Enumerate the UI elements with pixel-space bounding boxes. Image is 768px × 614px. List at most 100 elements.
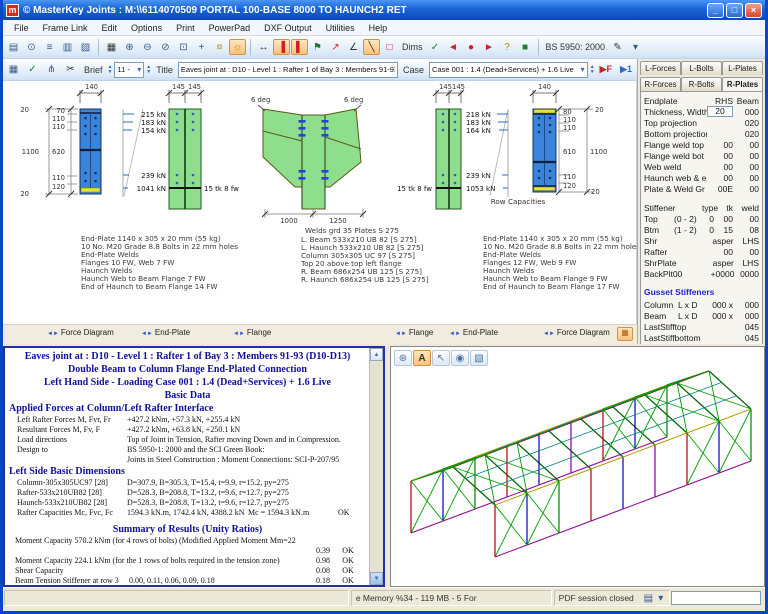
status-input[interactable] xyxy=(671,591,761,605)
brief-label[interactable]: Brief xyxy=(81,65,106,75)
portal-frame-3d-view[interactable] xyxy=(391,369,764,588)
menu-frame-link[interactable]: Frame Link xyxy=(36,22,95,34)
box-icon[interactable]: □ xyxy=(381,39,398,55)
svg-text:Row Capacities: Row Capacities xyxy=(491,197,546,206)
report-icon[interactable]: ▧ xyxy=(77,39,94,55)
menu-help[interactable]: Help xyxy=(362,22,395,34)
menu-options[interactable]: Options xyxy=(124,22,169,34)
menu-powerpad[interactable]: PowerPad xyxy=(202,22,258,34)
menu-edit[interactable]: Edit xyxy=(95,22,125,34)
calculation-report-panel[interactable]: Eaves joint at : D10 - Level 1 : Rafter … xyxy=(3,346,385,587)
left-plate-icon[interactable]: ▐ xyxy=(273,39,290,55)
ok-box-icon[interactable]: ■ xyxy=(517,39,534,55)
printer-dropdown-icon[interactable]: ▾ xyxy=(657,590,665,606)
text-size-select[interactable]: 11 -▾ xyxy=(114,62,144,78)
menu-dxf-output[interactable]: DXF Output xyxy=(257,22,319,34)
tab-end-plate-right[interactable]: ◄►End-Plate xyxy=(449,328,498,337)
brightness-icon[interactable]: ☼ xyxy=(229,39,246,55)
report-row: Haunch-533x210UB82 [28]D=528.3, B=208.8,… xyxy=(9,498,366,508)
export-icon[interactable]: ▥ xyxy=(59,39,76,55)
tab-force-diagram-left[interactable]: ◄►Force Diagram xyxy=(47,328,114,337)
tab-force-diagram-right[interactable]: ◄►Force Diagram xyxy=(543,328,610,337)
summary-row: Moment Capacity 570.2 kNm (for 4 rows of… xyxy=(9,536,366,546)
lock-icon[interactable]: ¤ xyxy=(211,39,228,55)
tab-r-plates[interactable]: R-Plates xyxy=(722,77,763,91)
copy-icon[interactable]: ≡ xyxy=(41,39,58,55)
zoom-window-icon[interactable]: ⊡ xyxy=(175,39,192,55)
cut-icon[interactable]: ✂ xyxy=(62,62,79,78)
nav-prev-icon[interactable]: ◄ xyxy=(445,39,462,55)
layout-grid-icon[interactable]: ▦ xyxy=(617,327,633,341)
row-laststiffbottom: LastStiffbottom 045 xyxy=(644,332,759,343)
svg-text:20: 20 xyxy=(20,106,29,114)
pencil-icon[interactable]: ✎ xyxy=(609,39,626,55)
svg-text:145: 145 xyxy=(172,83,185,91)
minimize-button[interactable]: _ xyxy=(707,3,724,18)
tab-r-forces[interactable]: R-Forces xyxy=(640,77,681,91)
dims-check-icon[interactable]: ✓ xyxy=(427,39,444,55)
model-3d-panel[interactable]: ⊛ A ↖ ◉ ▧ xyxy=(390,346,765,587)
svg-text:110: 110 xyxy=(52,115,65,123)
help-icon[interactable]: ? xyxy=(499,39,516,55)
printer-icon[interactable]: ▤ xyxy=(640,590,657,606)
swap-sides-icon[interactable]: ↔ xyxy=(255,39,272,55)
tab-l-forces[interactable]: L-Forces xyxy=(640,61,681,75)
scroll-up-icon[interactable]: ▲ xyxy=(370,348,383,361)
view-icon[interactable]: ◉ xyxy=(451,350,469,366)
pencil-dropdown-icon[interactable]: ▾ xyxy=(627,39,644,55)
close-button[interactable]: × xyxy=(745,3,762,18)
row-thickness-width: Thickness, Width 20 000 xyxy=(644,106,759,117)
scroll-down-icon[interactable]: ▼ xyxy=(370,572,383,585)
report-scrollbar[interactable]: ▲ ▼ xyxy=(369,348,383,585)
size-spinner[interactable]: ▲▼ xyxy=(146,65,151,75)
maximize-button[interactable]: □ xyxy=(726,3,743,18)
right-plate-icon[interactable]: ▌ xyxy=(291,39,308,55)
joint-drawing-canvas[interactable]: 140 20 1100 20 70 110 110 620 110 120 xyxy=(3,81,637,324)
menu-file[interactable]: File xyxy=(7,22,36,34)
case-spinner[interactable]: ▲▼ xyxy=(590,65,595,75)
brief-spinner[interactable]: ▲▼ xyxy=(108,65,113,75)
tab-l-plates[interactable]: L-Plates xyxy=(722,61,763,75)
menu-print[interactable]: Print xyxy=(169,22,202,34)
svg-text:80: 80 xyxy=(563,108,572,116)
cube-icon[interactable]: ▧ xyxy=(470,350,488,366)
dims-label: Dims xyxy=(399,42,426,52)
zoom-previous-icon[interactable]: ⊘ xyxy=(157,39,174,55)
print-preview-icon[interactable]: ⊙ xyxy=(23,39,40,55)
arrow-icon[interactable]: ↗ xyxy=(327,39,344,55)
record-dot-icon[interactable]: ● xyxy=(463,39,480,55)
check-icon[interactable]: ✓ xyxy=(24,62,41,78)
thickness-input[interactable]: 20 xyxy=(707,106,733,117)
row-top-projection: Top projection 020 xyxy=(644,117,759,128)
menu-utilities[interactable]: Utilities xyxy=(319,22,362,34)
pointer-icon[interactable]: ↖ xyxy=(432,350,450,366)
flag-icon[interactable]: ⚑ xyxy=(309,39,326,55)
table-icon[interactable]: ▦ xyxy=(5,62,22,78)
tab-flange-right[interactable]: ◄►Flange xyxy=(395,328,433,337)
design-code-label[interactable]: BS 5950: 2000 xyxy=(543,42,609,52)
svg-text:154 kN: 154 kN xyxy=(141,127,166,135)
print-icon[interactable]: ▤ xyxy=(5,39,22,55)
zoom-out-icon[interactable]: ⊖ xyxy=(139,39,156,55)
select-icon[interactable]: ╲ xyxy=(363,39,380,55)
zoom-in-icon[interactable]: ⊕ xyxy=(121,39,138,55)
plate-header-row: Endplate RHS Beam xyxy=(644,95,759,106)
nav-next-icon[interactable]: ► xyxy=(481,39,498,55)
load-case-select[interactable]: Case 001 : 1.4 (Dead+Services) + 1.6 Liv… xyxy=(429,62,588,78)
tree-icon[interactable]: ⋔ xyxy=(43,62,60,78)
angle-icon[interactable]: ∠ xyxy=(345,39,362,55)
next-case-button[interactable]: ▶1 xyxy=(617,64,635,75)
gear-icon[interactable]: ⊛ xyxy=(394,350,412,366)
tab-flange-left[interactable]: ◄►Flange xyxy=(233,328,271,337)
tab-r-bolts[interactable]: R-Bolts xyxy=(681,77,722,91)
pan-icon[interactable]: + xyxy=(193,39,210,55)
main-toolbar: ▤ ⊙ ≡ ▥ ▧ ▦ ⊕ ⊖ ⊘ ⊡ + ¤ ☼ ↔ ▐ ▌ ⚑ ↗ ∠ ╲ … xyxy=(3,36,765,59)
next-fail-button[interactable]: ▶F xyxy=(597,64,615,75)
save-icon[interactable]: ▦ xyxy=(103,39,120,55)
annotate-icon[interactable]: A xyxy=(413,350,431,366)
title-bar[interactable]: m © MasterKey Joints : M:\\6114070509 PO… xyxy=(3,0,765,20)
report-row: Resultant Forces M, Fv, F+427.2 kNm, +63… xyxy=(9,425,366,435)
joint-title-input[interactable] xyxy=(178,62,398,78)
tab-l-bolts[interactable]: L-Bolts xyxy=(681,61,722,75)
tab-end-plate-left[interactable]: ◄►End-Plate xyxy=(141,328,190,337)
